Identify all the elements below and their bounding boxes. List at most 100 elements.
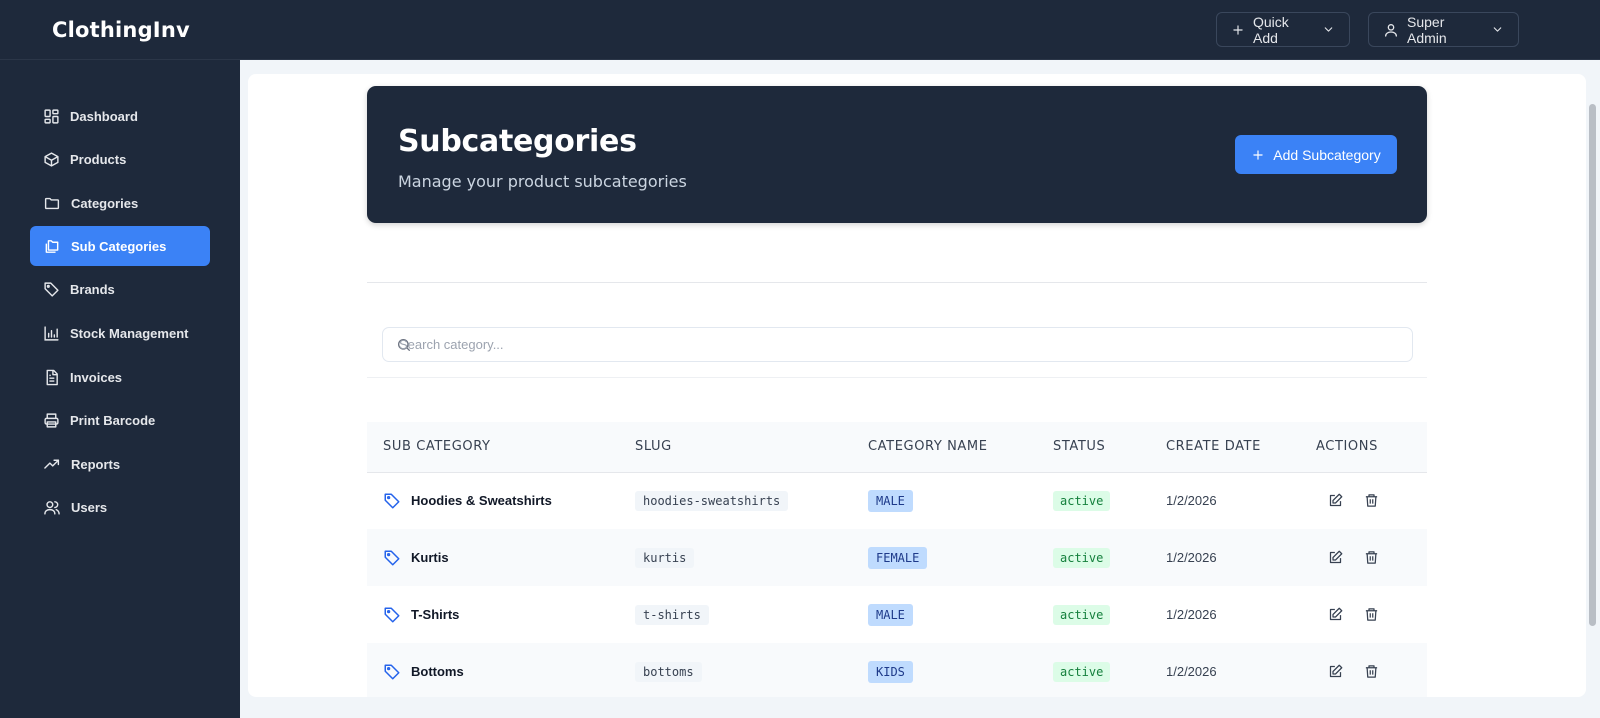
column-header-sub-category[interactable]: SUB CATEGORY: [367, 422, 619, 472]
sidebar-item-label: Reports: [71, 456, 121, 472]
sidebar-item-label: Stock Management: [70, 325, 189, 341]
trending-up-icon: [44, 459, 60, 469]
subcategory-name: Kurtis: [411, 550, 449, 565]
column-header-status[interactable]: STATUS: [1037, 422, 1150, 472]
table-row: Bottoms bottoms KIDS active 1/2/2026: [367, 643, 1427, 697]
sidebar-item-brands[interactable]: Brands: [30, 269, 210, 309]
table-header-row: SUB CATEGORY SLUG CATEGORY NAME STATUS C…: [367, 422, 1427, 472]
edit-button[interactable]: [1328, 664, 1344, 680]
status-badge: active: [1053, 490, 1111, 511]
plus-icon: [1253, 149, 1263, 160]
sidebar-item-reports[interactable]: Reports: [30, 444, 210, 484]
tag-icon: [44, 281, 59, 297]
column-header-create-date[interactable]: CREATE DATE: [1150, 422, 1300, 472]
table-row: Kurtis kurtis FEMALE active 1/2/2026: [367, 529, 1427, 586]
edit-button[interactable]: [1328, 607, 1344, 623]
edit-button[interactable]: [1328, 493, 1344, 509]
quick-add-label: Quick Add: [1253, 13, 1289, 46]
layout-grid-icon: [44, 108, 59, 124]
sidebar-item-dashboard[interactable]: Dashboard: [30, 96, 210, 136]
page-subtitle: Manage your product subcategories: [398, 172, 687, 191]
printer-icon: [44, 412, 59, 428]
create-date: 1/2/2026: [1166, 550, 1217, 565]
category-badge: MALE: [868, 489, 913, 512]
edit-icon: [1329, 550, 1343, 563]
create-date: 1/2/2026: [1166, 493, 1217, 509]
search-box[interactable]: [382, 327, 1413, 362]
folder-icon: [44, 197, 60, 209]
box-icon: [44, 151, 59, 167]
subcategory-name: Hoodies & Sweatshirts: [411, 493, 552, 509]
column-header-slug[interactable]: SLUG: [619, 422, 852, 472]
divider: [367, 377, 1427, 378]
status-badge: active: [1053, 604, 1111, 625]
chevron-down-icon: [1324, 27, 1333, 32]
tag-icon: [384, 664, 400, 679]
add-subcategory-label: Add Subcategory: [1273, 146, 1381, 163]
table-row: Hoodies & Sweatshirts hoodies-sweatshirt…: [367, 472, 1427, 529]
subcategory-table: SUB CATEGORY SLUG CATEGORY NAME STATUS C…: [367, 422, 1427, 697]
brand-logo[interactable]: ClothingInv: [52, 18, 190, 42]
delete-button[interactable]: [1364, 607, 1380, 623]
divider: [367, 282, 1427, 283]
sidebar-item-label: Users: [71, 499, 108, 515]
sidebar-item-label: Brands: [70, 281, 115, 297]
top-bar: ClothingInv Quick Add Super Admin: [0, 0, 1600, 60]
subcategory-name: T-Shirts: [411, 607, 460, 622]
sidebar-item-sub-categories[interactable]: Sub Categories: [30, 226, 210, 266]
create-date: 1/2/2026: [1166, 664, 1217, 679]
content-card: Subcategories Manage your product subcat…: [248, 74, 1586, 697]
search-input[interactable]: [399, 328, 1399, 361]
add-subcategory-button[interactable]: Add Subcategory: [1235, 135, 1397, 174]
column-header-actions: ACTIONS: [1316, 439, 1378, 455]
category-badge: FEMALE: [868, 546, 928, 569]
slug-badge: hoodies-sweatshirts: [635, 490, 789, 511]
sidebar-item-label: Products: [70, 151, 127, 167]
sidebar-item-label: Dashboard: [70, 108, 138, 124]
status-badge: active: [1053, 661, 1111, 682]
user-menu-button[interactable]: Super Admin: [1368, 12, 1519, 47]
category-badge: MALE: [868, 603, 913, 626]
edit-button[interactable]: [1328, 550, 1344, 566]
trash-icon: [1365, 494, 1378, 507]
scrollbar[interactable]: [1589, 104, 1596, 626]
sidebar-item-products[interactable]: Products: [30, 139, 210, 179]
plus-icon: [1233, 24, 1243, 35]
create-date: 1/2/2026: [1166, 607, 1217, 622]
folders-icon: [45, 239, 59, 253]
status-badge: active: [1053, 547, 1111, 568]
sidebar-item-label: Categories: [71, 195, 139, 211]
sidebar-item-label: Sub Categories: [71, 238, 167, 254]
delete-button[interactable]: [1364, 664, 1380, 680]
tag-icon: [384, 550, 400, 565]
category-badge: KIDS: [868, 660, 913, 683]
table-row: T-Shirts t-shirts MALE active 1/2/2026: [367, 586, 1427, 643]
bar-chart-icon: [44, 325, 59, 341]
users-icon: [44, 500, 60, 515]
sidebar-item-users[interactable]: Users: [30, 487, 210, 527]
page-title: Subcategories: [398, 124, 637, 159]
sidebar-item-label: Invoices: [70, 369, 123, 385]
slug-badge: bottoms: [635, 661, 702, 682]
tag-icon: [384, 607, 400, 622]
user-name-label: Super Admin: [1407, 13, 1447, 46]
trash-icon: [1365, 550, 1378, 564]
delete-button[interactable]: [1364, 493, 1380, 509]
subcategory-name: Bottoms: [411, 664, 464, 679]
file-text-icon: [46, 369, 58, 385]
sidebar-item-invoices[interactable]: Invoices: [30, 357, 210, 397]
sidebar: Dashboard Products Categories Sub Catego…: [0, 60, 240, 718]
delete-button[interactable]: [1364, 550, 1380, 566]
sidebar-item-categories[interactable]: Categories: [30, 183, 210, 223]
trash-icon: [1365, 607, 1378, 621]
column-header-category-name[interactable]: CATEGORY NAME: [852, 422, 1037, 472]
page-header: Subcategories Manage your product subcat…: [367, 86, 1427, 223]
quick-add-button[interactable]: Quick Add: [1216, 12, 1350, 47]
user-icon: [1385, 23, 1397, 37]
sidebar-item-label: Print Barcode: [70, 412, 156, 428]
edit-icon: [1329, 493, 1343, 506]
sidebar-item-print-barcode[interactable]: Print Barcode: [30, 400, 210, 440]
edit-icon: [1329, 664, 1343, 677]
main-content: Subcategories Manage your product subcat…: [240, 60, 1600, 718]
sidebar-item-stock-management[interactable]: Stock Management: [30, 313, 210, 353]
